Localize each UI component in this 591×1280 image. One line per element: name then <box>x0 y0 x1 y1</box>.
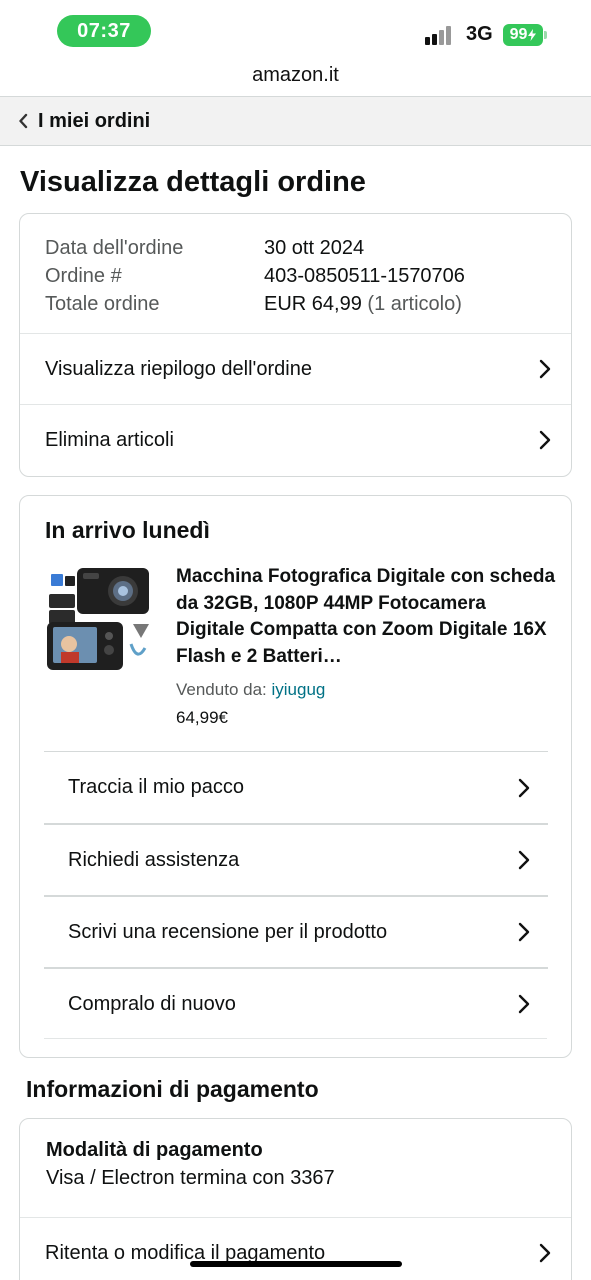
network-type: 3G <box>466 23 493 45</box>
order-total-label: Totale ordine <box>45 293 160 315</box>
chevron-right-icon <box>518 993 532 1015</box>
view-order-summary-link[interactable]: Visualizza riepilogo dell'ordine <box>20 334 571 404</box>
view-order-summary-label: Visualizza riepilogo dell'ordine <box>45 357 312 380</box>
status-bar: 07:37 3G 99 <box>0 0 591 60</box>
browser-url[interactable]: amazon.it <box>0 60 591 96</box>
request-assistance-label: Richiedi assistenza <box>68 848 240 871</box>
order-date-label: Data dell'ordine <box>45 237 184 259</box>
shipment-card: In arrivo lunedì Macchina Fotografica Di… <box>19 495 572 1058</box>
payment-card: Modalità di pagamento Visa / Electron te… <box>19 1118 572 1280</box>
product-title[interactable]: Macchina Fotografica Digitale con scheda… <box>176 564 556 670</box>
chevron-right-icon <box>539 358 553 380</box>
cellular-signal-icon <box>425 25 457 45</box>
divider <box>44 1038 547 1039</box>
delete-items-link[interactable]: Elimina articoli <box>20 405 571 475</box>
order-item-count: (1 articolo) <box>367 293 462 315</box>
status-time: 07:37 <box>57 15 151 47</box>
seller-info: Venduto da: iyiugug <box>176 680 325 700</box>
track-package-link[interactable]: Traccia il mio pacco <box>44 751 548 823</box>
buy-again-label: Compralo di nuovo <box>68 992 236 1015</box>
back-link-label[interactable]: I miei ordini <box>38 110 150 133</box>
write-review-link[interactable]: Scrivi una recensione per il prodotto <box>44 895 548 967</box>
order-total-value: EUR 64,99 (1 articolo) <box>264 290 462 318</box>
delivery-heading: In arrivo lunedì <box>45 517 210 543</box>
sold-by-label: Venduto da: <box>176 680 267 699</box>
order-summary-card: Data dell'ordine 30 ott 2024 Ordine # 40… <box>19 213 572 477</box>
order-number-label: Ordine # <box>45 265 122 287</box>
request-assistance-link[interactable]: Richiedi assistenza <box>44 823 548 895</box>
payment-method-label: Modalità di pagamento <box>46 1139 263 1161</box>
chevron-right-icon <box>518 921 532 943</box>
battery-icon: 99 <box>503 24 543 46</box>
order-date-value: 30 ott 2024 <box>264 237 365 259</box>
delete-items-label: Elimina articoli <box>45 428 174 451</box>
seller-link[interactable]: iyiugug <box>272 680 326 699</box>
chevron-right-icon <box>539 429 553 451</box>
payment-method-value: Visa / Electron termina con 3367 <box>46 1167 335 1189</box>
order-total-amount: EUR 64,99 <box>264 293 362 315</box>
payment-heading: Informazioni di pagamento <box>26 1076 319 1102</box>
camera-product-image[interactable] <box>45 564 153 672</box>
home-indicator[interactable] <box>190 1261 402 1267</box>
chevron-right-icon <box>518 777 532 799</box>
retry-payment-link[interactable]: Ritenta o modifica il pagamento <box>20 1218 571 1280</box>
order-number-value: 403-0850511-1570706 <box>264 265 465 287</box>
back-navigation-bar[interactable]: I miei ordini <box>0 96 591 146</box>
product-price: 64,99€ <box>176 708 228 727</box>
order-summary: Data dell'ordine 30 ott 2024 Ordine # 40… <box>45 234 465 318</box>
battery-level: 99 <box>509 26 528 43</box>
buy-again-link[interactable]: Compralo di nuovo <box>44 967 548 1039</box>
chevron-right-icon <box>539 1242 553 1264</box>
battery-tip <box>544 31 547 39</box>
chevron-right-icon <box>518 849 532 871</box>
page-title: Visualizza dettagli ordine <box>20 166 366 198</box>
write-review-label: Scrivi una recensione per il prodotto <box>68 920 388 943</box>
track-package-label: Traccia il mio pacco <box>68 776 244 798</box>
chevron-left-icon <box>18 111 32 131</box>
